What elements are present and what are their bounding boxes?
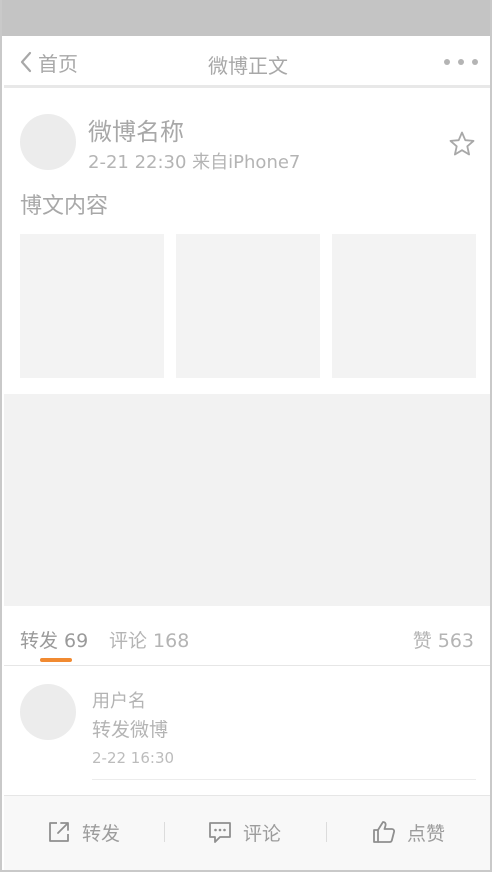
divider (92, 779, 476, 780)
post-image-2[interactable] (176, 234, 320, 378)
share-icon (49, 822, 69, 842)
more-dot-icon (444, 59, 450, 65)
repost-button[interactable]: 转发 (46, 816, 120, 848)
more-button[interactable] (444, 50, 478, 74)
thumbs-up-icon (373, 821, 396, 843)
comment-text: 转发微博 (92, 719, 169, 741)
list-item[interactable]: 用户名 转发微博 2-22 16:30 (4, 667, 490, 795)
page-title: 微博正文 (208, 54, 288, 78)
tab-likes[interactable]: 赞 563 (413, 626, 474, 653)
tab-reposts[interactable]: 转发 69 (20, 626, 88, 653)
like-label: 点赞 (407, 822, 446, 845)
comment-bubble-icon (209, 822, 231, 843)
bottom-action-bar: 转发 评论 点赞 (4, 795, 490, 870)
post-card: 微博名称 2-21 22:30 来自iPhone7 博文内容 (4, 98, 490, 394)
content-spacer (4, 394, 490, 606)
like-button[interactable]: 点赞 (371, 816, 445, 848)
author-avatar[interactable] (20, 114, 76, 170)
post-image-3[interactable] (332, 234, 476, 378)
post-meta: 2-21 22:30 来自iPhone7 (88, 152, 301, 173)
comment-time: 2-22 16:30 (92, 749, 175, 767)
post-content: 博文内容 (20, 194, 109, 219)
divider (326, 822, 327, 842)
repost-label: 转发 (82, 822, 121, 845)
more-dot-icon (472, 59, 478, 65)
commenter-username[interactable]: 用户名 (92, 687, 146, 713)
tab-comments[interactable]: 评论 168 (109, 626, 189, 653)
post-author-name[interactable]: 微博名称 (88, 112, 184, 147)
active-tab-indicator (40, 658, 72, 662)
post-image-1[interactable] (20, 234, 164, 378)
comment-button[interactable]: 评论 (207, 816, 281, 848)
divider (164, 822, 165, 842)
star-icon[interactable] (448, 130, 476, 158)
more-dot-icon (458, 59, 464, 65)
interaction-tabs: 转发 69 评论 168 赞 563 (4, 606, 490, 666)
commenter-avatar[interactable] (20, 684, 76, 740)
app-screen: 首页 微博正文 微博名称 2-21 22:30 来自iPhone7 博文内容 转… (0, 0, 492, 872)
nav-bar: 首页 微博正文 (4, 36, 490, 88)
comment-label: 评论 (243, 822, 282, 845)
status-bar (2, 0, 490, 36)
